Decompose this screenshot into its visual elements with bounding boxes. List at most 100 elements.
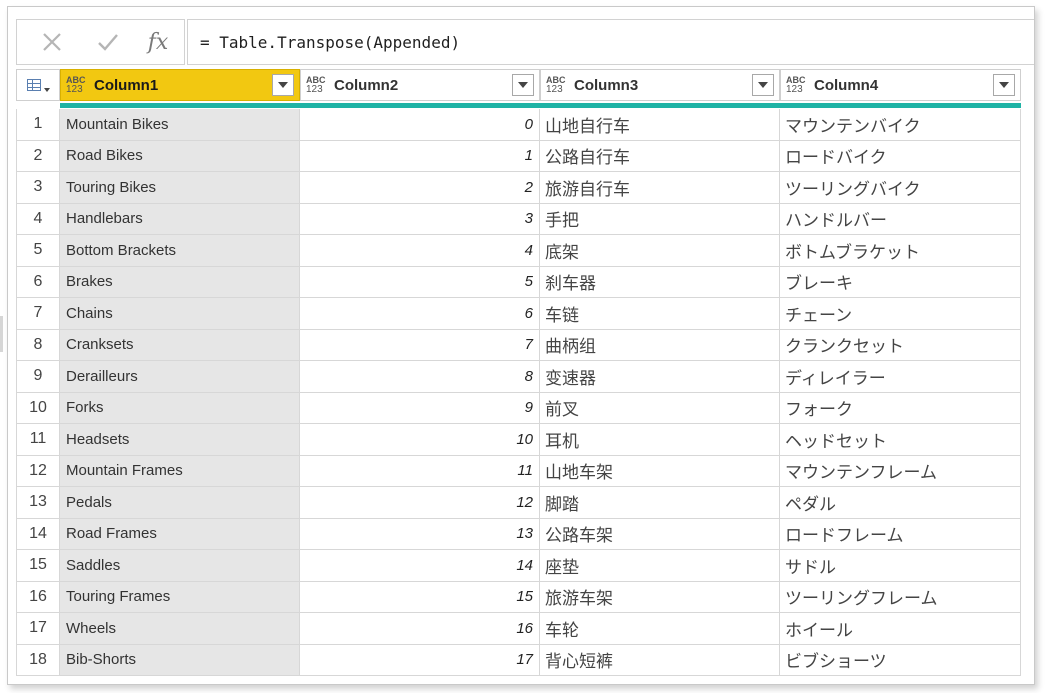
cell-column4[interactable]: チェーン — [780, 298, 1021, 330]
cell-column4[interactable]: ヘッドセット — [780, 424, 1021, 456]
cell-column2[interactable]: 6 — [300, 298, 540, 330]
cell-column2[interactable]: 2 — [300, 172, 540, 204]
cell-column4[interactable]: ツーリングバイク — [780, 172, 1021, 204]
cell-column4[interactable]: ホイール — [780, 613, 1021, 645]
cell-column2[interactable]: 17 — [300, 644, 540, 676]
cell-column2[interactable]: 3 — [300, 203, 540, 235]
column-header-column4[interactable]: ABC 123 Column4 — [780, 69, 1021, 101]
pane-resize-handle[interactable] — [0, 316, 3, 352]
close-icon[interactable] — [27, 20, 77, 64]
type-any-icon[interactable]: ABC 123 — [66, 76, 88, 95]
filter-dropdown-button[interactable] — [752, 74, 774, 96]
cell-column3[interactable]: 背心短裤 — [540, 644, 780, 676]
filter-dropdown-button[interactable] — [272, 74, 294, 96]
cell-column2[interactable]: 10 — [300, 424, 540, 456]
cell-column3[interactable]: 前叉 — [540, 392, 780, 424]
cell-column1[interactable]: Wheels — [60, 613, 300, 645]
cell-column2[interactable]: 13 — [300, 518, 540, 550]
cell-column1[interactable]: Headsets — [60, 424, 300, 456]
cell-column4[interactable]: フォーク — [780, 392, 1021, 424]
cell-column3[interactable]: 曲柄组 — [540, 329, 780, 361]
column-header-column1[interactable]: ABC 123 Column1 — [60, 69, 300, 101]
table-menu-button[interactable] — [16, 69, 60, 101]
column-header-column3[interactable]: ABC 123 Column3 — [540, 69, 780, 101]
cell-column4[interactable]: ディレイラー — [780, 361, 1021, 393]
cell-column2[interactable]: 9 — [300, 392, 540, 424]
data-grid: ABC 123 Column1 ABC 123 Column2 ABC 123 — [16, 69, 1021, 684]
cell-column2[interactable]: 8 — [300, 361, 540, 393]
cell-column4[interactable]: ペダル — [780, 487, 1021, 519]
cell-column1[interactable]: Pedals — [60, 487, 300, 519]
cell-column2[interactable]: 5 — [300, 266, 540, 298]
cell-column2[interactable]: 16 — [300, 613, 540, 645]
row-number: 14 — [16, 518, 60, 550]
cell-column2[interactable]: 0 — [300, 109, 540, 141]
cell-column4[interactable]: ビブショーツ — [780, 644, 1021, 676]
cell-column4[interactable]: ブレーキ — [780, 266, 1021, 298]
cell-column2[interactable]: 7 — [300, 329, 540, 361]
cell-column2[interactable]: 4 — [300, 235, 540, 267]
cell-column4[interactable]: マウンテンフレーム — [780, 455, 1021, 487]
cell-column1[interactable]: Mountain Bikes — [60, 109, 300, 141]
cell-column1[interactable]: Saddles — [60, 550, 300, 582]
cell-column3[interactable]: 山地自行车 — [540, 109, 780, 141]
cell-column1[interactable]: Bottom Brackets — [60, 235, 300, 267]
cell-column1[interactable]: Cranksets — [60, 329, 300, 361]
cell-column2[interactable]: 14 — [300, 550, 540, 582]
cell-column3[interactable]: 手把 — [540, 203, 780, 235]
cell-column3[interactable]: 车轮 — [540, 613, 780, 645]
cell-column1[interactable]: Touring Bikes — [60, 172, 300, 204]
formula-input[interactable]: = Table.Transpose(Appended) — [187, 19, 1034, 65]
cell-column1[interactable]: Mountain Frames — [60, 455, 300, 487]
cell-column1[interactable]: Brakes — [60, 266, 300, 298]
cell-column4[interactable]: サドル — [780, 550, 1021, 582]
cell-column4[interactable]: ロードフレーム — [780, 518, 1021, 550]
cell-column4[interactable]: ロードバイク — [780, 140, 1021, 172]
cell-column3[interactable]: 旅游车架 — [540, 581, 780, 613]
cell-column3[interactable]: 旅游自行车 — [540, 172, 780, 204]
cell-column4[interactable]: ハンドルバー — [780, 203, 1021, 235]
type-any-icon[interactable]: ABC 123 — [546, 76, 568, 95]
row-number: 18 — [16, 644, 60, 676]
filter-dropdown-button[interactable] — [512, 74, 534, 96]
cell-column3[interactable]: 变速器 — [540, 361, 780, 393]
cell-column1[interactable]: Road Bikes — [60, 140, 300, 172]
row-number: 10 — [16, 392, 60, 424]
type-any-icon[interactable]: ABC 123 — [306, 76, 328, 95]
cell-column2[interactable]: 11 — [300, 455, 540, 487]
cell-column3[interactable]: 山地车架 — [540, 455, 780, 487]
cell-column3[interactable]: 底架 — [540, 235, 780, 267]
cell-column1[interactable]: Handlebars — [60, 203, 300, 235]
filter-dropdown-button[interactable] — [993, 74, 1015, 96]
cell-column1[interactable]: Bib-Shorts — [60, 644, 300, 676]
chevron-down-icon — [44, 88, 50, 92]
row-number: 16 — [16, 581, 60, 613]
cell-column3[interactable]: 公路车架 — [540, 518, 780, 550]
cell-column3[interactable]: 刹车器 — [540, 266, 780, 298]
row-number: 17 — [16, 613, 60, 645]
fx-icon[interactable]: fx — [133, 20, 183, 64]
cell-column2[interactable]: 1 — [300, 140, 540, 172]
table-row: 9 Derailleurs 8 变速器 ディレイラー — [16, 361, 1021, 393]
cell-column2[interactable]: 12 — [300, 487, 540, 519]
cell-column3[interactable]: 脚踏 — [540, 487, 780, 519]
cell-column1[interactable]: Touring Frames — [60, 581, 300, 613]
cell-column2[interactable]: 15 — [300, 581, 540, 613]
cell-column1[interactable]: Forks — [60, 392, 300, 424]
cell-column4[interactable]: マウンテンバイク — [780, 109, 1021, 141]
cell-column1[interactable]: Derailleurs — [60, 361, 300, 393]
table-row: 13 Pedals 12 脚踏 ペダル — [16, 487, 1021, 519]
cell-column3[interactable]: 公路自行车 — [540, 140, 780, 172]
cell-column3[interactable]: 耳机 — [540, 424, 780, 456]
row-number: 8 — [16, 329, 60, 361]
cell-column3[interactable]: 座垫 — [540, 550, 780, 582]
check-icon[interactable] — [83, 20, 133, 64]
column-header-column2[interactable]: ABC 123 Column2 — [300, 69, 540, 101]
cell-column4[interactable]: ツーリングフレーム — [780, 581, 1021, 613]
cell-column3[interactable]: 车链 — [540, 298, 780, 330]
cell-column1[interactable]: Road Frames — [60, 518, 300, 550]
cell-column1[interactable]: Chains — [60, 298, 300, 330]
cell-column4[interactable]: ボトムブラケット — [780, 235, 1021, 267]
cell-column4[interactable]: クランクセット — [780, 329, 1021, 361]
type-any-icon[interactable]: ABC 123 — [786, 76, 808, 95]
